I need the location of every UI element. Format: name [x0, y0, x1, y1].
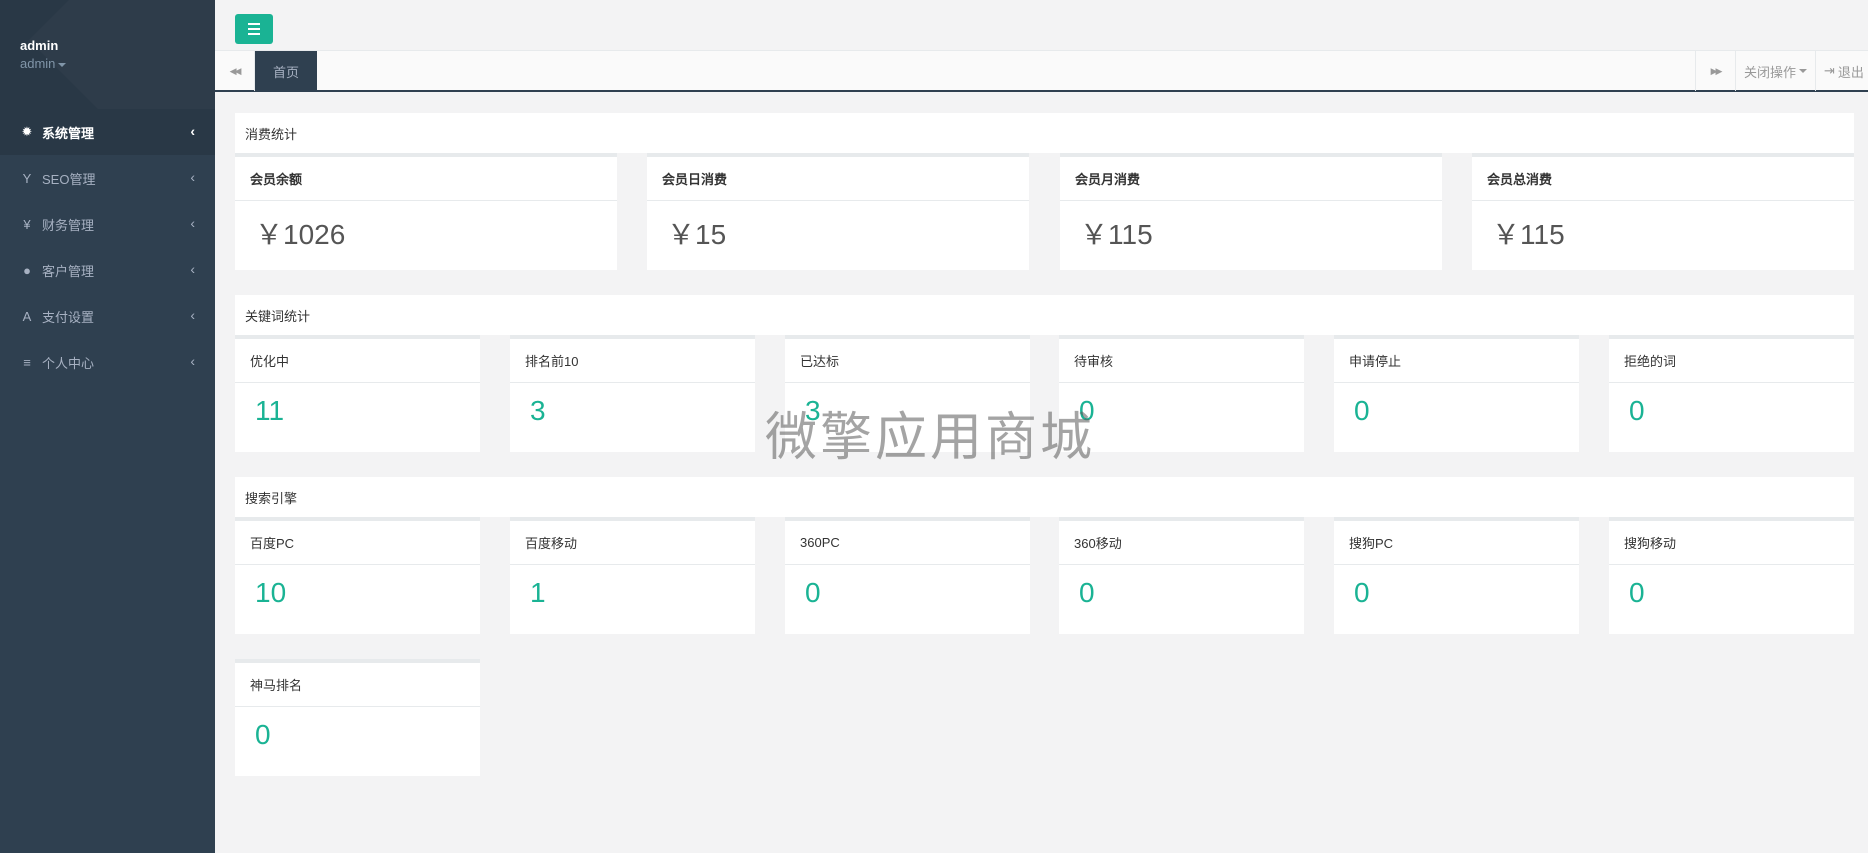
sidebar-nav: ✹ 系统管理 ‹ Y SEO管理 ‹ ¥ 财务管理 ‹ ● 客户管理 ‹ A 支…: [0, 109, 215, 385]
sidebar-item-customers[interactable]: ● 客户管理 ‹: [0, 247, 215, 293]
stat-card-value: ￥1026: [255, 219, 346, 250]
profile-role-dropdown[interactable]: admin: [20, 56, 67, 71]
stat-card-label: 申请停止: [1334, 339, 1579, 383]
stat-card-label: 会员月消费: [1060, 157, 1442, 201]
stat-card-label: 搜狗移动: [1609, 521, 1854, 565]
stat-card-value: 10: [255, 577, 287, 608]
sidebar-item-profile[interactable]: ≡ 个人中心 ‹: [0, 339, 215, 385]
keyword-card-stop-requested: 申请停止 0: [1334, 335, 1579, 452]
chevron-left-icon: ‹: [190, 261, 195, 277]
caret-down-icon: [58, 62, 67, 67]
chevron-left-icon: ‹: [190, 215, 195, 231]
stat-card-value: ￥115: [1492, 219, 1565, 250]
stat-card-label: 排名前10: [510, 339, 755, 383]
stat-card-value: 0: [1629, 395, 1645, 426]
stat-card-monthly: 会员月消费 ￥115: [1060, 153, 1442, 270]
engine-card-shenma: 神马排名 0: [235, 659, 480, 776]
yen-icon: ¥: [23, 216, 31, 232]
stat-card-value: 0: [1079, 395, 1095, 426]
sign-out-icon: ⇥: [1824, 63, 1835, 78]
stat-card-label: 会员日消费: [647, 157, 1029, 201]
keyword-card-rejected: 拒绝的词 0: [1609, 335, 1854, 452]
stat-card-label: 搜狗PC: [1334, 521, 1579, 565]
sidebar: admin admin ✹ 系统管理 ‹ Y SEO管理 ‹ ¥ 财务管理 ‹ …: [0, 0, 215, 853]
section-title-keywords: 关键词统计: [235, 295, 1854, 335]
keyword-card-achieved: 已达标 3: [785, 335, 1030, 452]
stat-card-label: 已达标: [785, 339, 1030, 383]
sidebar-item-label: 财务管理: [42, 217, 95, 233]
user-icon: ●: [23, 262, 31, 278]
sidebar-item-payment[interactable]: A 支付设置 ‹: [0, 293, 215, 339]
double-right-icon: ▶▶: [1710, 65, 1723, 76]
engine-card-360-mobile: 360移动 0: [1059, 517, 1304, 634]
chevron-left-icon: ‹: [190, 353, 195, 369]
stat-card-value: 3: [805, 395, 821, 426]
stat-card-label: 会员总消费: [1472, 157, 1854, 201]
logout-button[interactable]: ⇥ 退出: [1815, 51, 1868, 91]
stat-card-label: 拒绝的词: [1609, 339, 1854, 383]
sidebar-item-label: 客户管理: [42, 263, 95, 279]
stat-card-value: 0: [1354, 395, 1370, 426]
logout-label: 退出: [1837, 64, 1864, 80]
hamburger-icon: [248, 23, 260, 25]
stat-card-label: 百度移动: [510, 521, 755, 565]
sidebar-item-label: SEO管理: [42, 171, 96, 187]
stat-card-label: 优化中: [235, 339, 480, 383]
keyword-card-top10: 排名前10 3: [510, 335, 755, 452]
stat-card-label: 会员余额: [235, 157, 617, 201]
chevron-left-icon: ‹: [190, 169, 195, 185]
keyword-card-pending: 待审核 0: [1059, 335, 1304, 452]
caret-down-icon: [1799, 69, 1807, 73]
profile-name: admin: [20, 38, 59, 53]
stat-card-value: 3: [530, 395, 546, 426]
stat-card-label: 百度PC: [235, 521, 480, 565]
tab-scroll-right-button[interactable]: ▶▶: [1695, 51, 1735, 91]
engine-card-baidu-pc: 百度PC 10: [235, 517, 480, 634]
close-operations-label: 关闭操作: [1743, 64, 1796, 80]
close-operations-dropdown[interactable]: 关闭操作: [1735, 51, 1815, 91]
list-icon: ≡: [23, 354, 31, 370]
stat-card-label: 待审核: [1059, 339, 1304, 383]
stat-card-value: 0: [255, 719, 271, 750]
stat-card-label: 神马排名: [235, 663, 480, 707]
filter-icon: Y: [22, 170, 32, 186]
engine-card-sogou-pc: 搜狗PC 0: [1334, 517, 1579, 634]
gear-icon: ✹: [21, 124, 33, 139]
engine-card-baidu-mobile: 百度移动 1: [510, 517, 755, 634]
stat-card-value: 0: [805, 577, 821, 608]
sidebar-item-label: 个人中心: [42, 355, 95, 371]
sidebar-item-system[interactable]: ✹ 系统管理 ‹: [0, 109, 215, 155]
stat-card-label: 360PC: [785, 521, 1030, 565]
stat-card-value: 1: [530, 577, 546, 608]
menu-toggle-button[interactable]: [235, 14, 273, 44]
stat-card-value: 0: [1354, 577, 1370, 608]
stat-card-value: 0: [1629, 577, 1645, 608]
tab-scroll-left-button[interactable]: ◀◀: [215, 51, 255, 91]
stat-card-balance: 会员余额 ￥1026: [235, 153, 617, 270]
engine-card-360-pc: 360PC 0: [785, 517, 1030, 634]
stat-card-label: 360移动: [1059, 521, 1304, 565]
sidebar-item-label: 支付设置: [42, 309, 95, 325]
section-title-consumption: 消费统计: [235, 113, 1854, 153]
font-icon: A: [22, 308, 32, 324]
stat-card-daily: 会员日消费 ￥15: [647, 153, 1029, 270]
stat-card-value: 0: [1079, 577, 1095, 608]
chevron-left-icon: ‹: [190, 123, 195, 139]
stat-card-total: 会员总消费 ￥115: [1472, 153, 1854, 270]
engine-card-sogou-mobile: 搜狗移动 0: [1609, 517, 1854, 634]
stat-card-value: ￥15: [667, 219, 727, 250]
topbar: [215, 0, 1868, 50]
profile-role-label: admin: [20, 56, 56, 71]
sidebar-item-finance[interactable]: ¥ 财务管理 ‹: [0, 201, 215, 247]
stat-card-value: 11: [255, 395, 285, 426]
section-title-engines: 搜索引擎: [235, 477, 1854, 517]
tab-home[interactable]: 首页: [255, 51, 318, 91]
tab-bar: ◀◀ 首页 ▶▶ 关闭操作 ⇥ 退出: [215, 50, 1868, 92]
keyword-card-optimizing: 优化中 11: [235, 335, 480, 452]
chevron-left-icon: ‹: [190, 307, 195, 323]
stat-card-value: ￥115: [1080, 219, 1153, 250]
sidebar-item-label: 系统管理: [42, 125, 95, 141]
double-left-icon: ◀◀: [229, 65, 242, 76]
sidebar-item-seo[interactable]: Y SEO管理 ‹: [0, 155, 215, 201]
